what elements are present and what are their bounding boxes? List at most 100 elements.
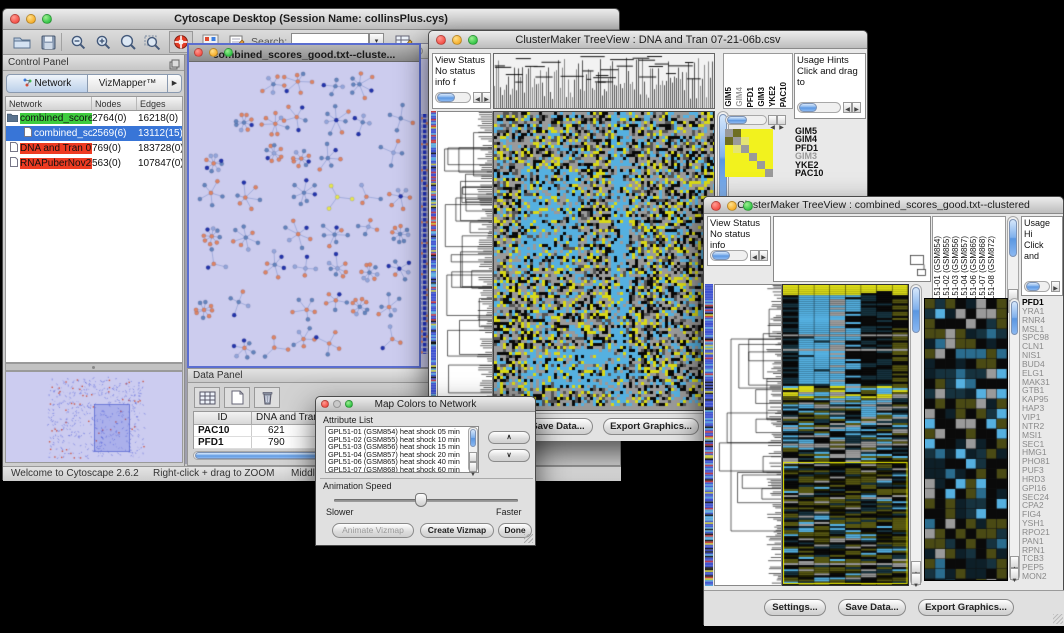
- heatmap-panel[interactable]: [782, 284, 909, 586]
- view-status-scrollbar[interactable]: [710, 250, 748, 261]
- minimize-icon[interactable]: [26, 14, 36, 24]
- float-panel-icon[interactable]: [169, 57, 180, 75]
- scroll-up-icon[interactable]: [911, 561, 921, 573]
- minimize-icon[interactable]: [333, 400, 341, 408]
- scroll-right-icon[interactable]: [482, 92, 491, 103]
- tab-overflow-arrow[interactable]: ▶: [168, 74, 182, 93]
- attribute-list-scrollbar[interactable]: [468, 427, 478, 472]
- close-icon[interactable]: [436, 35, 446, 45]
- delete-attribute-icon[interactable]: [254, 387, 280, 408]
- minimize-icon[interactable]: [727, 201, 737, 211]
- network-table-row[interactable]: combined_scores2764(0)16218(0): [6, 111, 182, 126]
- zoom-window-icon[interactable]: [468, 35, 478, 45]
- attribute-listbox[interactable]: GPL51-01 (GSM854) heat shock 05 minGPL51…: [325, 426, 479, 473]
- zoom-fit-icon[interactable]: [117, 32, 139, 52]
- usage-hints-scrollbar[interactable]: [797, 102, 841, 113]
- open-folder-icon[interactable]: [11, 32, 33, 52]
- column-dendrogram-canvas[interactable]: [494, 54, 714, 108]
- network-table-row[interactable]: RNAPuberNov2+563(0)107847(0): [6, 156, 182, 171]
- view-status-scrollbar[interactable]: [435, 92, 471, 103]
- network-table-row[interactable]: DNA and Tran 07769(0)183728(0): [6, 141, 182, 156]
- minimize-icon[interactable]: [209, 48, 218, 57]
- zoom-in-icon[interactable]: [92, 32, 114, 52]
- heatmap-canvas[interactable]: [494, 112, 714, 410]
- export-graphics-button[interactable]: Export Graphics...: [603, 418, 699, 435]
- gene-label[interactable]: MON2: [1022, 572, 1064, 581]
- main-title-bar[interactable]: Cytoscape Desktop (Session Name: collins…: [3, 9, 619, 30]
- network-overview-canvas[interactable]: [6, 372, 182, 462]
- zoom-selected-icon[interactable]: [142, 32, 164, 52]
- zoomed-heatmap-panel[interactable]: [924, 298, 1008, 581]
- scroll-right-icon[interactable]: [1051, 281, 1060, 292]
- gene-label[interactable]: PAC10: [795, 169, 855, 177]
- network-view-canvas[interactable]: [189, 62, 419, 366]
- zoom-window-icon[interactable]: [224, 48, 233, 57]
- gene-label-list[interactable]: GIM5GIM4PFD1GIM3YKE2PAC10: [795, 127, 855, 177]
- scroll-left-icon[interactable]: [750, 250, 759, 261]
- scroll-right-icon[interactable]: [759, 250, 768, 261]
- similarity-matrix[interactable]: [725, 129, 773, 177]
- scroll-down-icon[interactable]: [469, 462, 477, 472]
- global-overview-strip[interactable]: [705, 284, 713, 586]
- resize-grip[interactable]: [1053, 614, 1063, 624]
- row-dendrogram-canvas[interactable]: [715, 285, 781, 585]
- heatmap-canvas[interactable]: [783, 285, 908, 585]
- scroll-left-icon[interactable]: [843, 102, 852, 113]
- row-dendrogram-panel[interactable]: [714, 284, 782, 586]
- col-nodes[interactable]: Nodes: [92, 97, 137, 110]
- network-window-1-titlebar[interactable]: combined_scores_good.txt--cluste...: [189, 45, 419, 62]
- scroll-down-icon[interactable]: [1010, 568, 1019, 580]
- array-column-label[interactable]: YKE2: [769, 86, 777, 107]
- scroll-left-icon[interactable]: [768, 115, 777, 125]
- dialog-titlebar[interactable]: Map Colors to Network: [316, 397, 535, 412]
- tab-network[interactable]: Network: [6, 74, 88, 93]
- move-down-button[interactable]: ∨: [488, 449, 530, 462]
- scroll-left-icon[interactable]: [473, 92, 482, 103]
- minimize-icon[interactable]: [452, 35, 462, 45]
- heatmap-vscrollbar[interactable]: [910, 284, 922, 586]
- column-dendrogram-panel[interactable]: [493, 53, 715, 109]
- zoom-window-icon[interactable]: [345, 400, 353, 408]
- panel-splitter[interactable]: [5, 363, 183, 371]
- column-dendrogram-canvas[interactable]: [774, 217, 930, 281]
- scroll-up-icon[interactable]: [1010, 556, 1019, 568]
- network-table-row[interactable]: combined_sco2569(6)13112(15): [6, 126, 182, 141]
- matrix-hscrollbar[interactable]: [725, 115, 767, 125]
- network-overview-panel[interactable]: [5, 371, 183, 463]
- move-up-button[interactable]: ∧: [488, 431, 530, 444]
- close-icon[interactable]: [711, 201, 721, 211]
- col-network[interactable]: Network: [6, 97, 92, 110]
- col-edges[interactable]: Edges: [137, 97, 182, 110]
- scroll-up-icon[interactable]: [469, 452, 477, 462]
- array-column-label[interactable]: GIM3: [758, 87, 766, 107]
- array-column-label[interactable]: PAC10: [780, 82, 788, 107]
- gene-label-list[interactable]: PFD1YRA1RNR4MSL1SPC98CLN1NIS1BUD4ELG1MAK…: [1022, 298, 1064, 581]
- attribute-list-item[interactable]: GPL51-07 (GSM868) heat shock 60 min: [328, 466, 476, 473]
- create-vizmap-button[interactable]: Create Vizmap: [420, 523, 494, 538]
- speed-slider-thumb[interactable]: [415, 493, 427, 507]
- window-controls[interactable]: [10, 14, 52, 24]
- row-dendrogram-canvas[interactable]: [438, 112, 492, 410]
- usage-hints-scrollbar[interactable]: [1024, 281, 1050, 292]
- row-dendrogram-panel[interactable]: [437, 111, 493, 411]
- heatmap-panel[interactable]: [493, 111, 715, 411]
- zoomed-heatmap-scrollbar[interactable]: [1009, 298, 1020, 581]
- treeview-dna-titlebar[interactable]: ClusterMaker TreeView : DNA and Tran 07-…: [429, 31, 867, 49]
- close-icon[interactable]: [321, 400, 329, 408]
- treeview-combined-titlebar[interactable]: ClusterMaker TreeView : combined_scores_…: [704, 197, 1063, 214]
- scroll-down-icon[interactable]: [911, 573, 921, 585]
- array-column-label[interactable]: GIM5: [725, 87, 733, 107]
- resize-grip[interactable]: [524, 534, 533, 543]
- zoomed-heatmap-canvas[interactable]: [925, 299, 1007, 580]
- column-dendrogram-panel[interactable]: [773, 216, 931, 282]
- array-column-label[interactable]: PFD1: [747, 87, 755, 107]
- new-attribute-icon[interactable]: [224, 387, 250, 408]
- close-icon[interactable]: [10, 14, 20, 24]
- array-column-label[interactable]: GIM4: [736, 87, 744, 107]
- zoom-window-icon[interactable]: [743, 201, 753, 211]
- save-icon[interactable]: [37, 32, 59, 52]
- export-graphics-button[interactable]: Export Graphics...: [918, 599, 1014, 616]
- id-column-header[interactable]: ID: [194, 412, 252, 424]
- attribute-table-icon[interactable]: [194, 387, 220, 408]
- tab-vizmapper[interactable]: VizMapper™: [88, 74, 168, 93]
